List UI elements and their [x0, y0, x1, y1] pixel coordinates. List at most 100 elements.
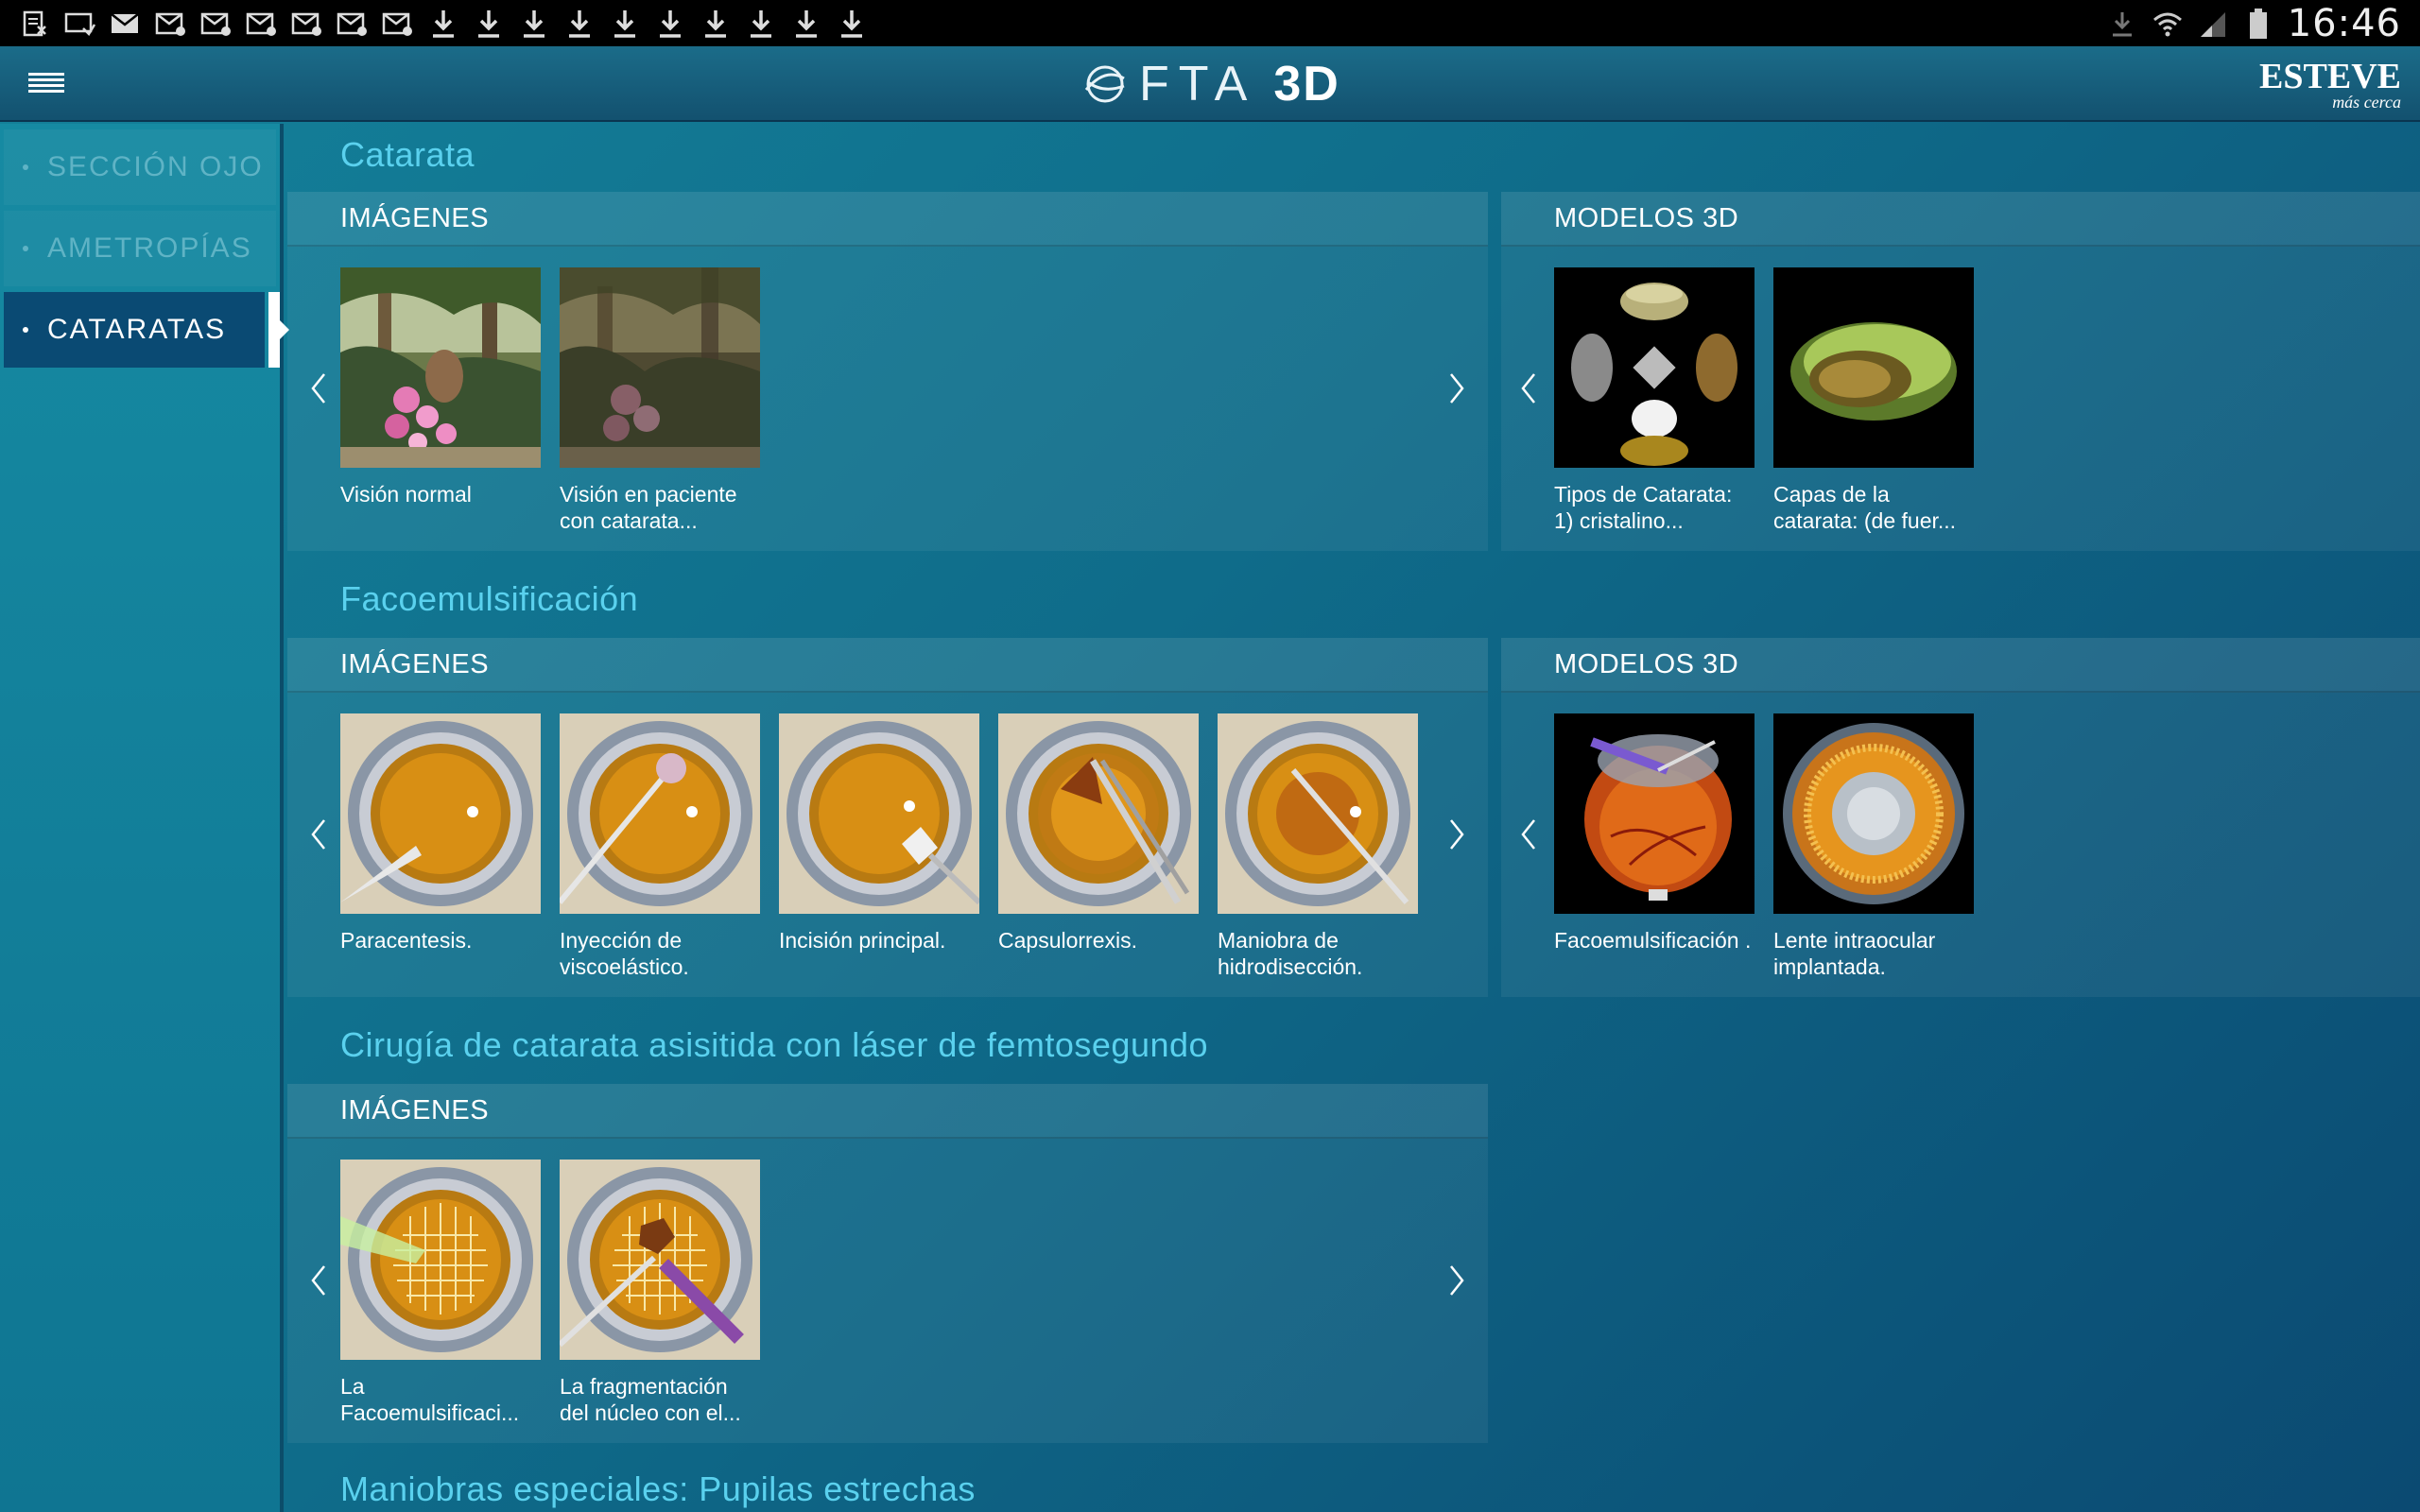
model-thumb-tipos-catarata[interactable]: Tipos de Catarata: 1) cristalino...	[1554, 267, 1754, 534]
image-thumb-hidrodiseccion[interactable]: Maniobra de hidrodisección.	[1218, 713, 1418, 980]
thumb-caption: Tipos de Catarata: 1) cristalino...	[1554, 482, 1733, 533]
hamburger-icon	[28, 73, 64, 93]
sidebar: SECCIÓN OJO AMETROPÍAS CATARATAS	[0, 124, 289, 1512]
thumb-caption: Incisión principal.	[779, 928, 946, 953]
thumb-caption: Visión normal	[340, 482, 472, 507]
carousel-prev-button[interactable]	[1514, 369, 1543, 407]
chevron-right-icon	[1450, 1265, 1464, 1296]
eyeball-3d-model	[1554, 713, 1754, 914]
download-icon	[700, 9, 732, 38]
image-thumb-vision-normal[interactable]: Visión normal	[340, 267, 541, 507]
menu-button[interactable]	[26, 67, 68, 101]
model-thumb-lente-intraocular[interactable]: Lente intraocular implantada.	[1773, 713, 1974, 980]
mail-icon	[246, 9, 278, 38]
sidebar-item-cataratas[interactable]: CATARATAS	[4, 292, 289, 368]
sidebar-item-seccion-ojo[interactable]: SECCIÓN OJO	[4, 129, 276, 205]
eye-surgery-illustration	[1218, 713, 1418, 914]
thumb-caption: Visión en paciente con catarata...	[560, 482, 737, 533]
panel-header: MODELOS 3D	[1501, 192, 2420, 247]
thumb-caption: Capas de la catarata: (de fuer...	[1773, 482, 1957, 533]
download-icon	[518, 9, 550, 38]
garden-photo	[340, 267, 541, 468]
thumb-caption: Paracentesis.	[340, 928, 473, 953]
download-icon	[473, 9, 505, 38]
thumb-caption: La Facoemulsificaci...	[340, 1374, 520, 1425]
system-icons: 16:46	[2106, 0, 2401, 46]
blurred-garden-photo	[560, 267, 760, 468]
download-icon	[609, 9, 641, 38]
thumb-caption: Facoemulsificación .	[1554, 928, 1752, 953]
image-thumb-inyeccion[interactable]: Inyección de viscoelástico.	[560, 713, 760, 980]
download-icon	[836, 9, 868, 38]
thumb-caption: Lente intraocular implantada.	[1773, 928, 1936, 979]
wifi-icon	[2152, 9, 2184, 38]
chevron-left-icon	[311, 1265, 325, 1296]
carousel-prev-button[interactable]	[304, 1262, 333, 1299]
panel-header: IMÁGENES	[287, 1084, 1488, 1139]
image-thumb-laser-fragmentacion[interactable]: La fragmentación del núcleo con el...	[560, 1160, 760, 1426]
eye-logo-icon	[1084, 65, 1125, 103]
laser-images-panel: IMÁGENES La Facoemulsificaci... La fragm…	[287, 1084, 1488, 1443]
notification-icons	[19, 0, 868, 46]
brand-logo: ESTEVE más cerca	[2259, 57, 2401, 111]
lens-layers-3d-model	[1773, 267, 1974, 468]
carousel-next-button[interactable]	[1443, 816, 1471, 853]
notification-icon	[19, 9, 51, 38]
thumb-caption: Inyección de viscoelástico.	[560, 928, 689, 979]
chevron-right-icon	[1450, 819, 1464, 850]
logo-3d: 3D	[1273, 57, 1340, 112]
chevron-left-icon	[1521, 373, 1535, 404]
catarata-models-panel: MODELOS 3D Tipos de Catarata: 1) cristal…	[1501, 192, 2420, 551]
model-thumb-facoemulsificacion[interactable]: Facoemulsificación .	[1554, 713, 1754, 954]
sidebar-item-ametropias[interactable]: AMETROPÍAS	[4, 211, 276, 286]
carousel-prev-button[interactable]	[304, 816, 333, 853]
section-title-pupilas: Maniobras especiales: Pupilas estrechas	[340, 1469, 976, 1508]
image-thumb-incision[interactable]: Incisión principal.	[779, 713, 979, 954]
main-content: Catarata IMÁGENES Visión normal Visión e…	[287, 124, 2420, 1512]
status-bar: 16:46	[0, 0, 2420, 46]
laser-eye-illustration	[340, 1160, 541, 1360]
brand-name: ESTEVE	[2259, 57, 2401, 96]
battery-icon	[2242, 8, 2274, 39]
download-icon	[790, 9, 822, 38]
chevron-left-icon	[1521, 819, 1535, 850]
thumb-caption: Capsulorrexis.	[998, 928, 1137, 953]
image-thumb-paracentesis[interactable]: Paracentesis.	[340, 713, 541, 954]
app-header: FTA 3D ESTEVE más cerca	[0, 46, 2420, 122]
download-icon	[654, 9, 686, 38]
mail-icon	[337, 9, 369, 38]
lens-types-3d-model	[1554, 267, 1754, 468]
image-thumb-capsulorrexis[interactable]: Capsulorrexis.	[998, 713, 1199, 954]
bullet-icon	[23, 327, 28, 333]
mail-icon	[200, 9, 233, 38]
panel-header: IMÁGENES	[287, 192, 1488, 247]
intraocular-lens-3d-model	[1773, 713, 1974, 914]
thumb-caption: La fragmentación del núcleo con el...	[560, 1374, 741, 1425]
chevron-left-icon	[311, 819, 325, 850]
laser-eye-illustration	[560, 1160, 760, 1360]
eye-surgery-illustration	[560, 713, 760, 914]
faco-images-panel: IMÁGENES Paracentesis. Inyección de visc…	[287, 638, 1488, 997]
section-title-facoemulsificacion: Facoemulsificación	[340, 579, 639, 618]
mail-icon	[110, 9, 142, 38]
download-icon	[563, 9, 596, 38]
carousel-prev-button[interactable]	[304, 369, 333, 407]
sidebar-item-label: CATARATAS	[47, 314, 227, 345]
eye-surgery-illustration	[998, 713, 1199, 914]
carousel-prev-button[interactable]	[1514, 816, 1543, 853]
carousel-next-button[interactable]	[1443, 369, 1471, 407]
download-icon	[427, 9, 459, 38]
image-thumb-vision-catarata[interactable]: Visión en paciente con catarata...	[560, 267, 760, 534]
mail-icon	[291, 9, 323, 38]
eye-surgery-illustration	[340, 713, 541, 914]
sidebar-item-label: SECCIÓN OJO	[47, 151, 264, 182]
model-thumb-capas-catarata[interactable]: Capas de la catarata: (de fuer...	[1773, 267, 1974, 534]
download-status-icon	[2106, 9, 2138, 38]
panel-header: IMÁGENES	[287, 638, 1488, 693]
app-logo: FTA 3D	[1082, 56, 1340, 112]
image-thumb-laser-faco[interactable]: La Facoemulsificaci...	[340, 1160, 541, 1426]
logo-text: FTA	[1139, 57, 1257, 112]
carousel-next-button[interactable]	[1443, 1262, 1471, 1299]
bullet-icon	[23, 246, 28, 251]
chevron-left-icon	[311, 373, 325, 404]
